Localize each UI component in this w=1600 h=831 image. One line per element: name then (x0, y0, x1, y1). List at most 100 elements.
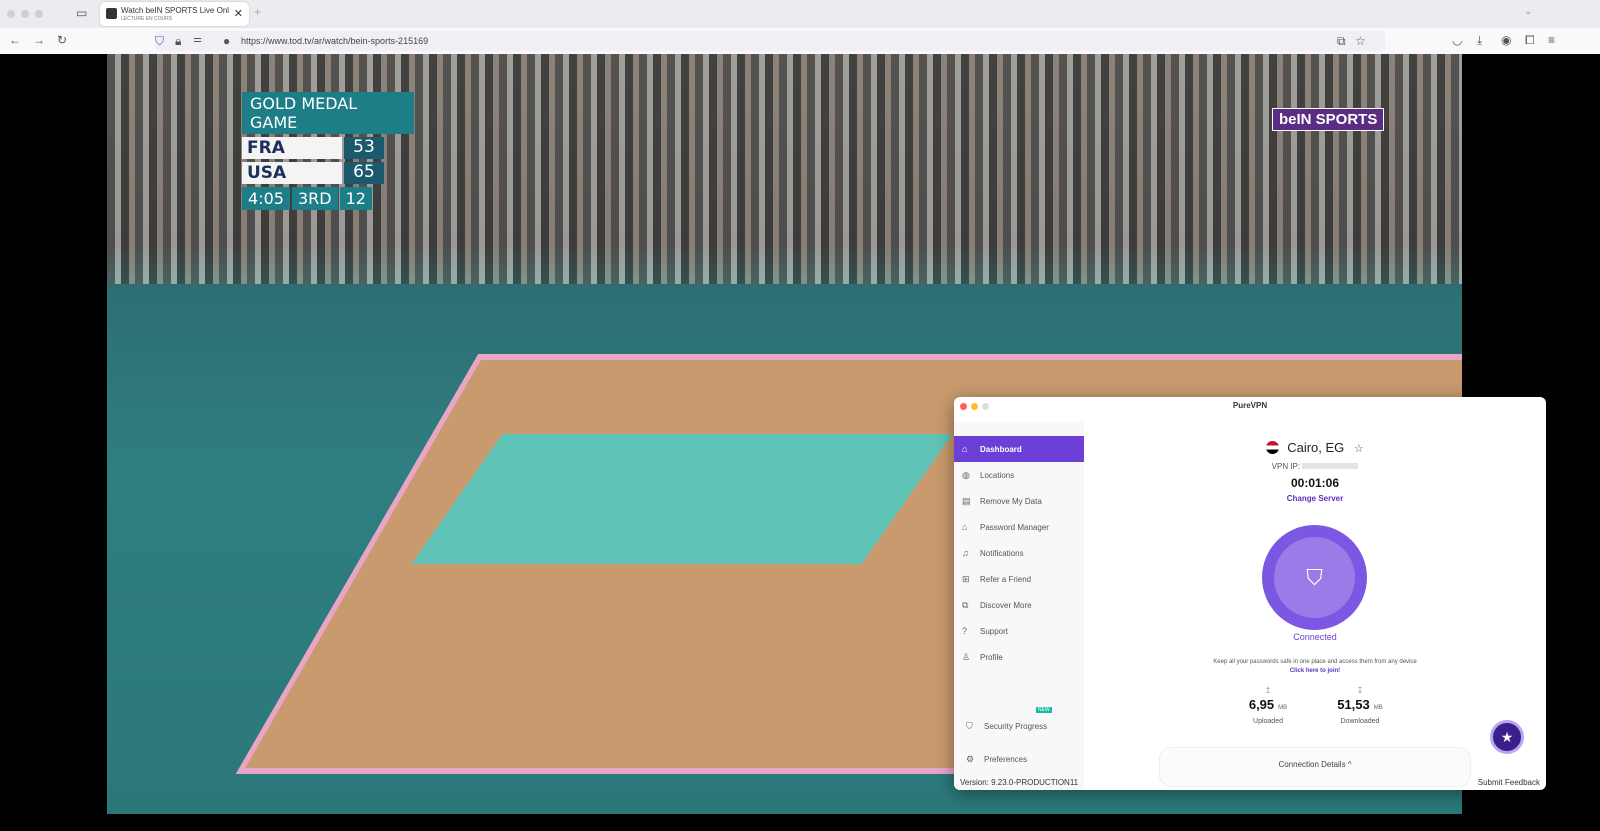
nav-label: Password Manager (980, 522, 1049, 532)
gift-icon: ⊞ (962, 573, 970, 584)
shot-clock: 12 (339, 187, 372, 210)
download-unit: MB (1373, 705, 1383, 711)
court-paint (411, 434, 953, 564)
game-clock: 4:05 (242, 187, 290, 210)
team-name: USA (242, 162, 342, 184)
promo-text: Keep all your passwords safe in one plac… (1213, 659, 1417, 665)
nav-refer-a-friend[interactable]: ⊞ Refer a Friend (954, 566, 1084, 592)
team-score: 53 (344, 137, 384, 159)
download-label: Downloaded (1340, 718, 1380, 725)
location-name: Cairo, EG (1287, 440, 1345, 455)
team-score: 65 (344, 162, 384, 184)
tab-subtitle: LECTURE EN COURS (121, 16, 173, 22)
bookmark-star-icon[interactable]: ☆ (1355, 34, 1366, 48)
purevpn-window: PureVPN ⌂ Dashboard ◍ Locations ▤ Remove My… (954, 397, 1546, 790)
nav-password-manager[interactable]: ⌂ Password Manager (954, 514, 1084, 540)
extensions-icon[interactable]: ⧠ (1525, 33, 1535, 48)
nav-support[interactable]: ? Support (954, 618, 1084, 644)
new-badge: NEW (1036, 707, 1052, 713)
change-server-link[interactable]: Change Server (1084, 494, 1546, 503)
submit-feedback-link[interactable]: Submit Feedback (1478, 778, 1540, 787)
nav-label: Support (980, 626, 1009, 636)
discover-icon: ⧉ (962, 599, 969, 610)
connection-status: Connected (1293, 632, 1337, 642)
back-icon[interactable]: ← (9, 33, 21, 47)
connect-button[interactable]: ⛉ (1262, 525, 1367, 630)
download-icon: ↧ (1356, 686, 1364, 695)
egypt-flag-icon (1266, 441, 1280, 454)
bein-sports-logo: beIN SPORTS (1272, 108, 1385, 131)
browser-tab[interactable]: Watch beIN SPORTS Live Online LECTURE EN… (100, 2, 249, 26)
nav-label: Locations (980, 470, 1015, 480)
upload-label: Uploaded (1253, 718, 1283, 725)
nav-preferences[interactable]: ⚙ Preferences (954, 746, 1084, 772)
menu-icon[interactable]: ≡ (1548, 33, 1555, 47)
window-controls[interactable] (7, 10, 43, 18)
home-icon: ⌂ (962, 444, 968, 454)
upload-value: 6,95 (1248, 697, 1275, 712)
url-text[interactable]: https://www.tod.tv/ar/watch/bein-sports-… (241, 36, 428, 46)
site-icon: ● (223, 34, 231, 48)
dashboard-main: Cairo, EG ☆ VPN IP: 00:01:06 Change Serv… (1084, 397, 1546, 790)
nav-label: Remove My Data (980, 496, 1042, 506)
tab-overview-icon[interactable]: ▭ (76, 6, 87, 20)
favorite-star-icon[interactable]: ☆ (1354, 443, 1364, 455)
pocket-icon[interactable]: ◡ (1452, 33, 1462, 47)
lock-icon: ⌂ (962, 522, 968, 532)
nav-notifications[interactable]: ♫ Notifications (954, 540, 1084, 566)
nav-locations[interactable]: ◍ Locations (954, 462, 1084, 488)
tab-bar: ▭ Watch beIN SPORTS Live Online LECTURE … (0, 0, 1600, 28)
shield-icon: ⛉ (966, 720, 973, 731)
tab-list-icon[interactable]: ⌄ (1524, 6, 1532, 17)
nav-remove-my-data[interactable]: ▤ Remove My Data (954, 488, 1084, 514)
promo-link[interactable]: Click here to join! (1084, 668, 1546, 674)
help-icon: ? (962, 626, 968, 636)
download-stat: ↧ 51,53 MB Downloaded (1315, 686, 1405, 725)
nav-label: Dashboard (980, 444, 1022, 454)
forward-icon[interactable]: → (33, 33, 45, 47)
team-name: FRA (242, 137, 342, 159)
bell-icon: ♫ (962, 548, 969, 558)
sidebar: ⌂ Dashboard ◍ Locations ▤ Remove My Data ⌂ P… (954, 422, 1084, 790)
nav-label: Profile (980, 652, 1003, 662)
permissions-icon[interactable]: ⚌ (193, 34, 202, 45)
download-value: 51,53 (1337, 697, 1370, 712)
shield-check-icon: ⛉ (1274, 537, 1355, 618)
nav-label: Security Progress (984, 721, 1048, 731)
connection-details-button[interactable]: Connection Details ^ (1159, 747, 1471, 787)
upload-icon: ↥ (1264, 686, 1272, 695)
picture-in-picture-icon[interactable]: ⧉ (1337, 34, 1346, 49)
nav-dashboard[interactable]: ⌂ Dashboard (954, 436, 1084, 462)
nav-security-progress[interactable]: ⛉ Security Progress NEW (954, 707, 1084, 739)
reload-icon[interactable]: ↻ (57, 33, 67, 47)
vpn-ip-redacted (1302, 463, 1359, 469)
nav-profile[interactable]: ♙ Profile (954, 644, 1084, 670)
new-tab-icon[interactable]: + (254, 5, 261, 19)
gear-icon: ⚙ (966, 753, 975, 764)
navigation-bar: ← → ↻ ⛉ 🔒︎ ⚌ ● https://www.tod.tv/ar/wat… (0, 28, 1600, 54)
connection-timer: 00:01:06 (1290, 476, 1340, 490)
close-tab-icon[interactable]: ✕ (234, 7, 243, 20)
game-title: GOLD MEDAL GAME (242, 92, 414, 134)
nav-label: Preferences (984, 754, 1028, 764)
address-bar[interactable]: ⛉ 🔒︎ ⚌ ● https://www.tod.tv/ar/watch/bei… (155, 31, 1385, 51)
nav-label: Notifications (980, 548, 1024, 558)
location[interactable]: Cairo, EG ☆ (1084, 440, 1546, 455)
vpn-ip: VPN IP: (1084, 462, 1546, 471)
account-icon[interactable]: ◉ (1501, 33, 1511, 47)
period: 3RD (291, 187, 338, 210)
upload-stat: ↥ 6,95 MB Uploaded (1223, 686, 1313, 725)
user-icon: ♙ (962, 651, 971, 662)
version-text: Version: 9.23.0-PRODUCTION11 (960, 778, 1079, 787)
document-icon: ▤ (962, 495, 971, 506)
scoreboard: GOLD MEDAL GAME FRA 53 USA 65 4:05 3RD 12 (242, 92, 414, 210)
nav-label: Refer a Friend (980, 574, 1032, 584)
shield-icon[interactable]: ⛉ (155, 34, 164, 49)
upload-unit: MB (1278, 705, 1288, 711)
tab-title: Watch beIN SPORTS Live Online (121, 6, 229, 15)
lock-icon[interactable]: 🔒︎ (175, 34, 181, 49)
nav-discover-more[interactable]: ⧉ Discover More (954, 592, 1084, 618)
rate-star-button[interactable]: ★ (1490, 720, 1524, 754)
tod-favicon (106, 8, 117, 19)
download-icon[interactable]: ⤓ (1477, 33, 1482, 48)
